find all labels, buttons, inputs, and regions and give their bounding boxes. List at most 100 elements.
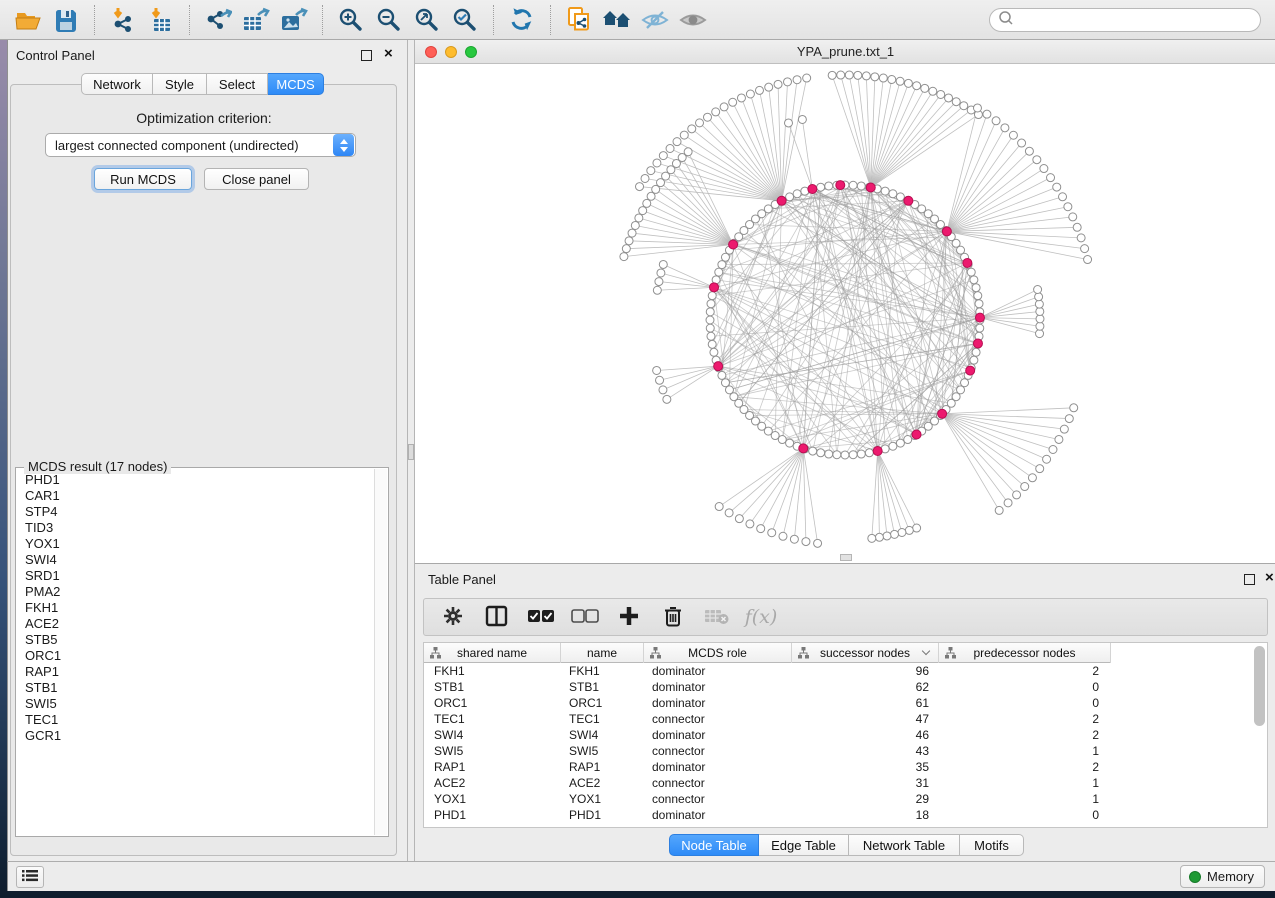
table-row[interactable]: RAP1RAP1dominator352 — [424, 759, 1267, 775]
network-node[interactable] — [725, 509, 733, 517]
network-node[interactable] — [983, 110, 991, 118]
network-node[interactable] — [854, 71, 862, 79]
mcds-hub-node[interactable] — [963, 258, 972, 267]
network-node[interactable] — [1047, 174, 1055, 182]
mcds-result-item[interactable]: PMA2 — [25, 584, 374, 600]
network-node[interactable] — [1070, 404, 1078, 412]
network-node[interactable] — [1049, 446, 1057, 454]
mcds-hub-node[interactable] — [912, 430, 921, 439]
network-node[interactable] — [802, 538, 810, 546]
network-node[interactable] — [768, 529, 776, 537]
network-node[interactable] — [657, 269, 665, 277]
network-node[interactable] — [706, 324, 714, 332]
network-node[interactable] — [696, 119, 704, 127]
network-node[interactable] — [1073, 223, 1081, 231]
network-node[interactable] — [786, 193, 794, 201]
close-panel-button[interactable]: Close panel — [204, 168, 309, 190]
network-node[interactable] — [868, 534, 876, 542]
network-node[interactable] — [1009, 131, 1017, 139]
network-node[interactable] — [1035, 300, 1043, 308]
mcds-hub-node[interactable] — [873, 446, 882, 455]
network-node[interactable] — [765, 83, 773, 91]
network-node[interactable] — [1059, 193, 1067, 201]
copy-network-button[interactable] — [560, 4, 598, 36]
network-node[interactable] — [1043, 455, 1051, 463]
refresh-button[interactable] — [503, 4, 541, 36]
network-node[interactable] — [970, 276, 978, 284]
network-node[interactable] — [995, 506, 1003, 514]
network-node[interactable] — [635, 214, 643, 222]
network-node[interactable] — [972, 348, 980, 356]
mcds-hub-node[interactable] — [942, 227, 951, 236]
network-node[interactable] — [1060, 425, 1068, 433]
table-scrollbar[interactable] — [1254, 646, 1265, 824]
network-node[interactable] — [628, 229, 636, 237]
mcds-hub-node[interactable] — [966, 366, 975, 375]
network-node[interactable] — [647, 167, 655, 175]
network-node[interactable] — [721, 253, 729, 261]
network-node[interactable] — [862, 72, 870, 80]
show-columns-button[interactable] — [482, 602, 512, 632]
network-node[interactable] — [708, 340, 716, 348]
network-node[interactable] — [967, 268, 975, 276]
mcds-hub-node[interactable] — [904, 196, 913, 205]
network-node[interactable] — [1013, 491, 1021, 499]
deselect-all-button[interactable] — [570, 602, 600, 632]
network-node[interactable] — [961, 379, 969, 387]
table-row[interactable]: SWI4SWI4dominator462 — [424, 727, 1267, 743]
network-node[interactable] — [972, 284, 980, 292]
tab-style[interactable]: Style — [153, 73, 207, 95]
network-node[interactable] — [659, 152, 667, 160]
network-node[interactable] — [622, 245, 630, 253]
network-node[interactable] — [653, 286, 661, 294]
export-network-button[interactable] — [199, 4, 237, 36]
network-node[interactable] — [707, 300, 715, 308]
mcds-result-item[interactable]: SWI4 — [25, 552, 374, 568]
mcds-result-item[interactable]: GCR1 — [25, 728, 374, 744]
network-node[interactable] — [849, 451, 857, 459]
search-input[interactable] — [1014, 13, 1252, 27]
network-node[interactable] — [706, 316, 714, 324]
criterion-dropdown[interactable]: largest connected component (undirected) — [45, 133, 356, 157]
network-node[interactable] — [937, 90, 945, 98]
mcds-result-item[interactable]: FKH1 — [25, 600, 374, 616]
network-node[interactable] — [929, 87, 937, 95]
network-node[interactable] — [913, 82, 921, 90]
network-node[interactable] — [857, 182, 865, 190]
column-header-predecessor-nodes[interactable]: predecessor nodes — [939, 643, 1111, 663]
network-node[interactable] — [1081, 245, 1089, 253]
mcds-hub-node[interactable] — [714, 362, 723, 371]
network-node[interactable] — [814, 539, 822, 547]
float-table-panel-icon[interactable] — [1244, 574, 1255, 585]
network-node[interactable] — [841, 451, 849, 459]
mcds-hub-node[interactable] — [710, 283, 719, 292]
network-node[interactable] — [875, 533, 883, 541]
network-node[interactable] — [1036, 322, 1044, 330]
network-node[interactable] — [680, 131, 688, 139]
import-network-button[interactable] — [104, 4, 142, 36]
add-column-button[interactable] — [614, 602, 644, 632]
network-node[interactable] — [952, 98, 960, 106]
network-window-titlebar[interactable]: YPA_prune.txt_1 — [415, 40, 1275, 64]
network-node[interactable] — [729, 98, 737, 106]
function-builder-button[interactable]: f(x) — [746, 602, 776, 632]
tab-select[interactable]: Select — [207, 73, 268, 95]
network-node[interactable] — [706, 308, 714, 316]
network-canvas[interactable] — [415, 64, 1275, 563]
network-node[interactable] — [641, 174, 649, 182]
mcds-hub-node[interactable] — [975, 313, 984, 322]
mcds-result-item[interactable]: YOX1 — [25, 536, 374, 552]
network-node[interactable] — [857, 450, 865, 458]
tab-network-table[interactable]: Network Table — [849, 834, 960, 856]
network-node[interactable] — [663, 395, 671, 403]
float-panel-icon[interactable] — [361, 50, 372, 61]
mcds-result-item[interactable]: STB1 — [25, 680, 374, 696]
mcds-result-item[interactable]: SWI5 — [25, 696, 374, 712]
close-table-panel-icon[interactable]: × — [1265, 569, 1274, 587]
tab-motifs[interactable]: Motifs — [960, 834, 1024, 856]
import-table-button[interactable] — [142, 4, 180, 36]
mcds-hub-node[interactable] — [866, 183, 875, 192]
network-node[interactable] — [1033, 156, 1041, 164]
network-node[interactable] — [1004, 499, 1012, 507]
tab-mcds[interactable]: MCDS — [268, 73, 324, 95]
